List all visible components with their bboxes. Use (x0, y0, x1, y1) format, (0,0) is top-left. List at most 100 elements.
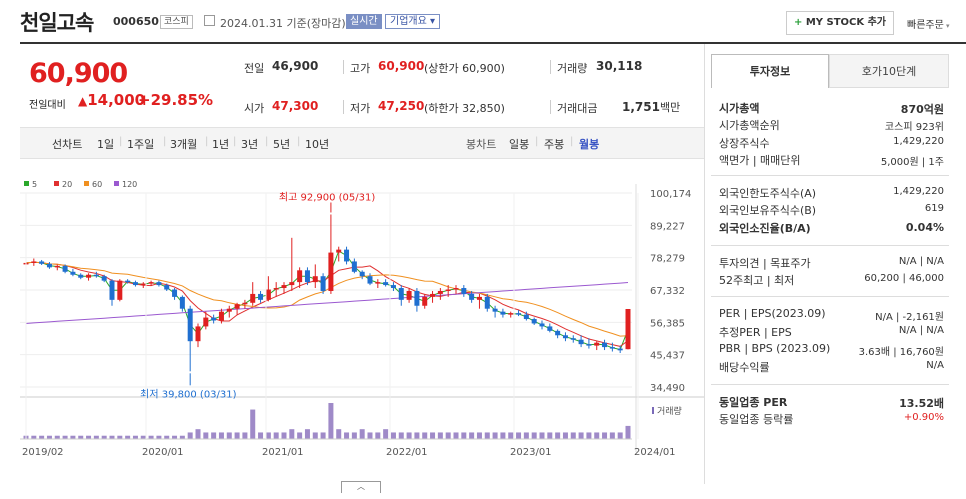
volume-bar (516, 432, 522, 439)
section-divider (711, 245, 949, 246)
divider: | (163, 136, 167, 147)
y-tick-label: 67,332 (650, 286, 685, 297)
tab-invest-info[interactable]: 투자정보 (711, 54, 829, 88)
period-1d[interactable]: 1일 (97, 136, 114, 152)
candle-body (516, 313, 522, 315)
collapse-button[interactable]: ︿ (341, 481, 381, 493)
candle-body (304, 270, 310, 283)
info-label: 52주최고 | 최저 (719, 274, 795, 288)
add-my-stock-button[interactable]: + MY STOCK 추가 (786, 11, 894, 35)
y-tick-label: 78,279 (650, 254, 685, 265)
candle-body (289, 282, 295, 286)
high-annotation: 최고 92,900 (05/31) (279, 191, 375, 203)
candle-body (156, 282, 162, 286)
volume-bar (406, 432, 412, 439)
volume-bar (594, 432, 600, 439)
volume-bar (422, 432, 428, 439)
candle-body (617, 348, 623, 351)
volume-bar (203, 432, 209, 439)
price-chart[interactable]: 100,174 89,227 78,279 67,332 56,385 45,437 34,… (20, 160, 704, 460)
candle-body (320, 276, 326, 291)
candle-body (265, 289, 271, 300)
volume-bar (617, 432, 623, 439)
volume-bar (281, 432, 287, 439)
volume-bar (258, 432, 264, 439)
legend-label: 5 (32, 180, 37, 189)
candle-body (117, 280, 123, 300)
open-value: 47,300 (272, 99, 319, 113)
candle-body (547, 326, 553, 331)
open-label: 시가 (244, 102, 265, 115)
volume-bar (297, 432, 303, 439)
period-1w[interactable]: 1주일 (127, 136, 154, 152)
info-label: 외국인한도주식수(A) (719, 187, 817, 200)
candle-body (539, 323, 545, 327)
candle-body (187, 308, 193, 342)
amount-value: 1,751 (622, 100, 660, 114)
info-label: 시가총액 (719, 102, 760, 115)
period-3y[interactable]: 3년 (241, 136, 258, 152)
section-divider (711, 175, 949, 176)
candle-body (164, 285, 170, 290)
high-label: 고가 (350, 62, 371, 75)
candle-body (132, 282, 138, 286)
candle-body (226, 308, 232, 312)
info-value: N/A (926, 359, 944, 371)
legend-label: 60 (92, 180, 102, 189)
candle-body (344, 249, 350, 262)
change-rate: +29.85% (138, 91, 214, 109)
candle-body (273, 288, 279, 290)
period-10y[interactable]: 10년 (305, 136, 329, 152)
info-value: N/A | -2,161원 (875, 312, 944, 323)
period-3m[interactable]: 3개월 (170, 136, 197, 152)
candle-body (555, 330, 561, 336)
candle-weekly[interactable]: 주봉 (544, 136, 564, 152)
legend-label: 20 (62, 180, 72, 189)
tab-hoga[interactable]: 호가10단계 (829, 54, 949, 88)
volume-bar (211, 432, 217, 439)
change-label: 전일대비 (29, 100, 66, 111)
volume-legend-swatch (652, 407, 654, 414)
volume-bar (578, 432, 584, 439)
volume-bar (570, 432, 576, 439)
company-overview-button[interactable]: 기업개요 ▾ (385, 14, 441, 29)
volume-bar (375, 432, 381, 439)
period-1y[interactable]: 1년 (212, 136, 229, 152)
up-arrow-icon: ▲ (78, 94, 88, 108)
info-value: 0.04% (905, 220, 944, 234)
volume-value: 30,118 (596, 59, 643, 73)
volume-bar (398, 432, 404, 439)
chevron-up-icon: ︿ (357, 482, 365, 491)
candle-body (195, 326, 201, 342)
volume-bar (414, 432, 420, 439)
candle-body (484, 296, 490, 309)
ma5-line (25, 250, 629, 351)
volume-bar (461, 432, 467, 439)
high-value: 60,900 (378, 59, 425, 73)
candle-monthly[interactable]: 월봉 (579, 136, 599, 152)
volume-bar (289, 429, 295, 439)
volume-bar (547, 432, 553, 439)
x-tick-label: 2021/01 (262, 447, 304, 458)
info-value: N/A | N/A (898, 256, 944, 267)
candle-body (31, 261, 37, 263)
candle-body (625, 308, 631, 350)
volume-bar (445, 432, 451, 439)
realtime-button[interactable]: 실시간 (346, 14, 382, 29)
candle-body (375, 282, 381, 284)
candle-body (594, 342, 600, 346)
quick-order-button[interactable]: 빠른주문 ▾ (907, 16, 950, 31)
volume-bar (437, 432, 443, 439)
candle-daily[interactable]: 일봉 (509, 136, 529, 152)
y-tick-label: 56,385 (650, 318, 685, 329)
info-label: 외국인소진율(B/A) (719, 221, 811, 235)
candle-body (453, 288, 459, 290)
volume-bar (351, 432, 357, 439)
period-5y[interactable]: 5년 (273, 136, 290, 152)
volume-bar (312, 432, 318, 439)
candle-chart-label: 봉차트 (466, 138, 497, 151)
chevron-down-icon: ▾ (943, 22, 950, 30)
candle-body (586, 344, 592, 346)
volume-bar (265, 432, 271, 439)
info-label: 상장주식수 (719, 136, 770, 150)
